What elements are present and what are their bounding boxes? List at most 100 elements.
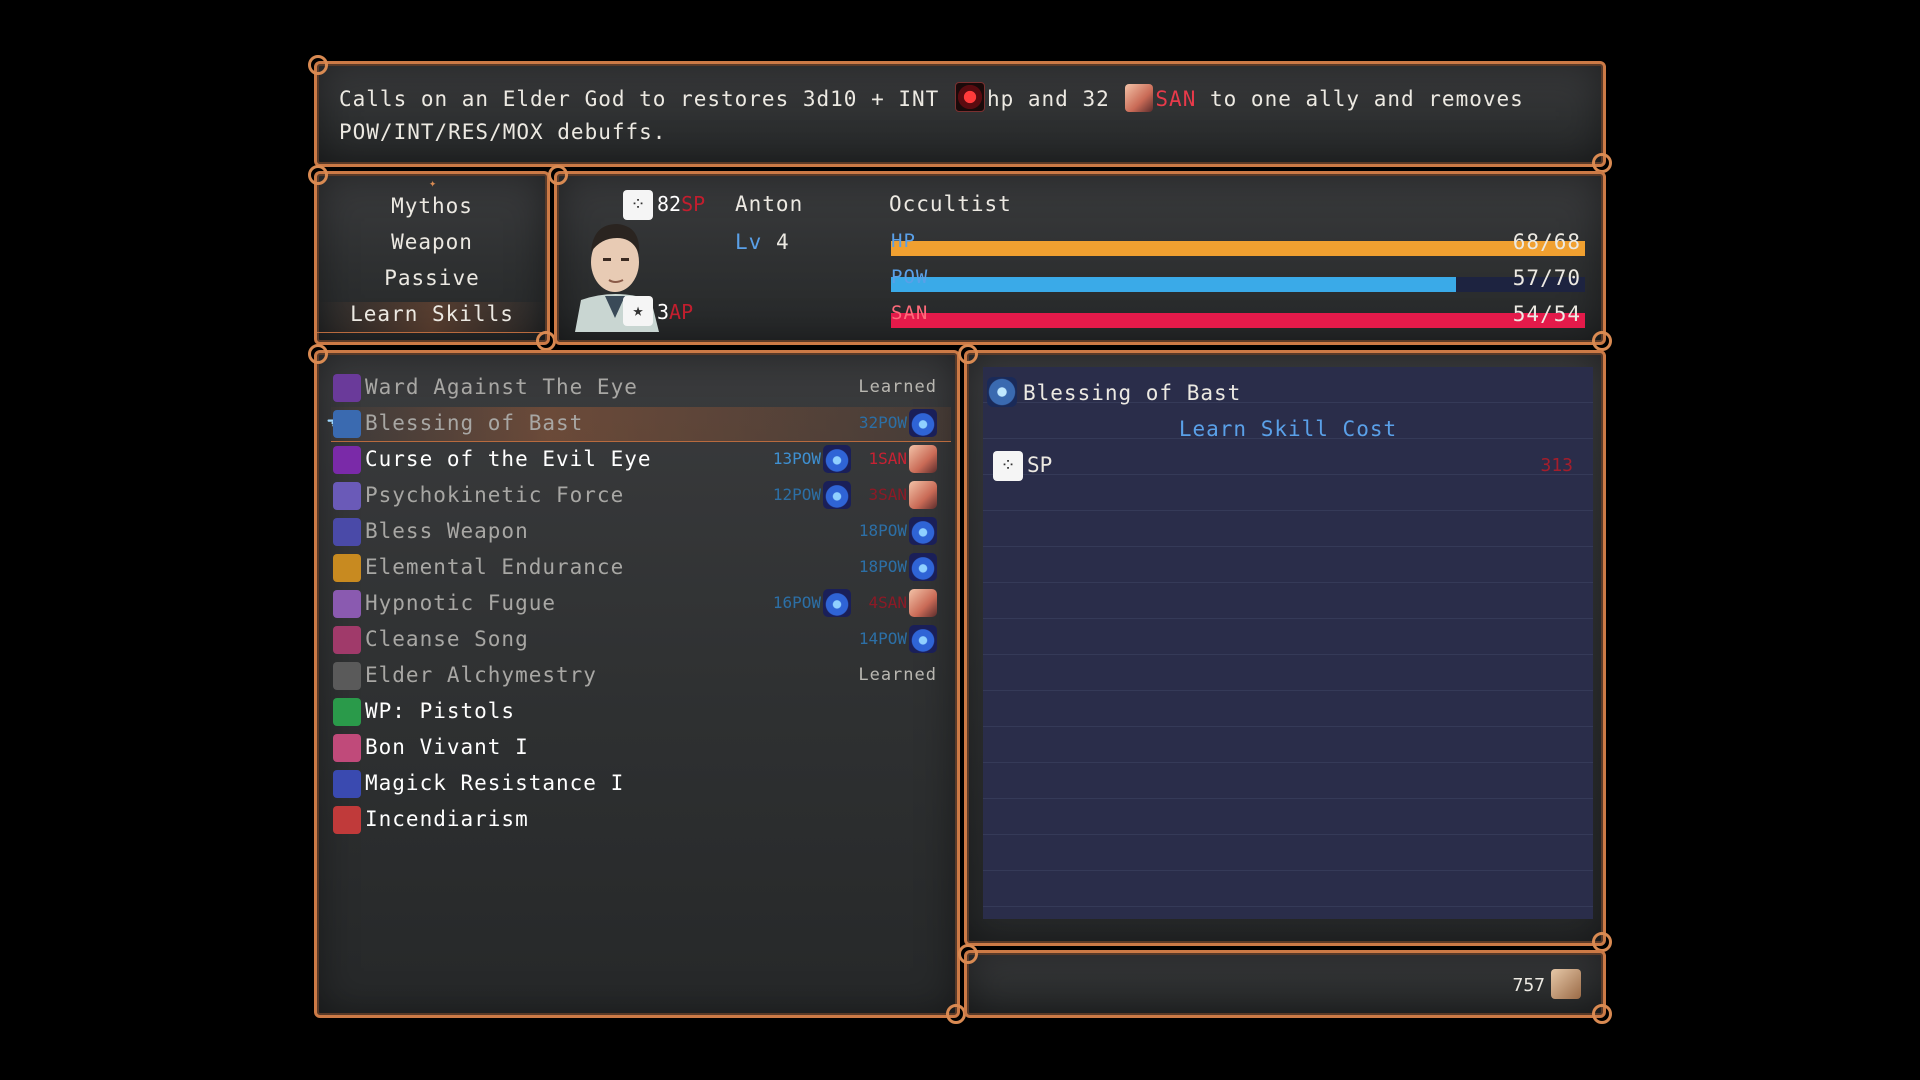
pow-icon <box>909 409 937 437</box>
pow-bar <box>891 277 1585 292</box>
cost-label: SP <box>1027 453 1053 477</box>
skill-name: Hypnotic Fugue <box>365 591 557 615</box>
skill-row[interactable]: Ward Against The Eye Learned <box>331 371 951 405</box>
pow-icon <box>909 553 937 581</box>
money-icon <box>1551 969 1581 999</box>
skill-row[interactable]: WP: Pistols <box>331 695 951 729</box>
skill-status: Learned <box>858 377 937 397</box>
alchemy-icon <box>333 662 361 690</box>
bast-icon <box>333 410 361 438</box>
skill-name: Elemental Endurance <box>365 555 625 579</box>
san-cost: 1SAN <box>868 449 907 468</box>
san-value: 54/54 <box>1512 302 1581 326</box>
menu-item-learn-skills[interactable]: Learn Skills <box>317 302 547 333</box>
pow-cost: 18POW <box>858 557 907 576</box>
bon-vivant-icon <box>333 734 361 762</box>
hp-bar <box>891 241 1585 256</box>
pow-value: 57/70 <box>1512 266 1581 290</box>
sanity-icon <box>1125 84 1154 112</box>
description-part1: Calls on an Elder God to restores 3d10 +… <box>339 87 940 111</box>
pow-cost: 14POW <box>858 629 907 648</box>
character-name: Anton <box>735 192 804 216</box>
pow-cost: 18POW <box>858 521 907 540</box>
ability-points-icon: ★ <box>623 296 653 326</box>
skill-name: Magick Resistance I <box>365 771 625 795</box>
sanity-icon <box>909 445 937 473</box>
menu-item-passive[interactable]: Passive <box>317 266 547 290</box>
detail-title: Blessing of Bast <box>1023 381 1242 405</box>
pow-icon <box>823 589 851 617</box>
currency-panel: 757 <box>958 944 1612 1024</box>
pow-cost: 32POW <box>858 413 907 432</box>
pow-cost: 12POW <box>772 485 821 504</box>
skill-row[interactable]: ☚Blessing of Bast32POW <box>327 407 951 442</box>
bast-icon <box>987 377 1017 407</box>
skill-row[interactable]: Elemental Endurance 18POW <box>331 551 951 585</box>
skill-row[interactable]: Hypnotic Fugue 4SAN 16POW <box>331 587 951 621</box>
pow-icon <box>909 517 937 545</box>
cost-value: 313 <box>1540 455 1573 476</box>
pow-label: POW <box>891 266 929 288</box>
hp-label: HP <box>891 230 916 252</box>
skill-description-text: Calls on an Elder God to restores 3d10 +… <box>339 82 1583 149</box>
ability-points: 3AP <box>657 300 694 324</box>
skill-name: Blessing of Bast <box>365 411 584 435</box>
skill-description-panel: Calls on an Elder God to restores 3d10 +… <box>308 55 1612 173</box>
skill-points-icon: ⁘ <box>993 451 1023 481</box>
skill-name: WP: Pistols <box>365 699 516 723</box>
sanity-icon <box>909 589 937 617</box>
skill-points: 82SP <box>657 192 706 216</box>
bless-weapon-icon <box>333 518 361 546</box>
skill-list-panel: Ward Against The EyeLearned☚Blessing of … <box>308 344 966 1024</box>
skill-row[interactable]: Bon Vivant I <box>331 731 951 765</box>
description-san: SAN <box>1155 87 1197 111</box>
skill-name: Bless Weapon <box>365 519 529 543</box>
pow-icon <box>823 481 851 509</box>
incendiarism-icon <box>333 806 361 834</box>
skill-name: Ward Against The Eye <box>365 375 638 399</box>
magick-resistance-icon <box>333 770 361 798</box>
skill-name: Cleanse Song <box>365 627 529 651</box>
skill-row[interactable]: Curse of the Evil Eye 1SAN 13POW <box>331 443 951 477</box>
skill-row[interactable]: Cleanse Song 14POW <box>331 623 951 657</box>
skill-name: Elder Alchymestry <box>365 663 597 687</box>
skill-name: Curse of the Evil Eye <box>365 447 652 471</box>
skill-name: Bon Vivant I <box>365 735 529 759</box>
san-bar <box>891 313 1585 328</box>
menu-item-weapon[interactable]: Weapon <box>317 230 547 254</box>
eye-ward-icon <box>333 374 361 402</box>
cleanse-song-icon <box>333 626 361 654</box>
skill-row[interactable]: Magick Resistance I <box>331 767 951 801</box>
character-level: Lv 4 <box>735 230 790 254</box>
character-status-panel: ⁘ 82SP ★ 3AP Anton Lv 4 Occultist HP 68/… <box>548 165 1612 351</box>
description-line2: POW/INT/RES/MOX debuffs. <box>339 120 667 144</box>
currency-value: 757 <box>1512 975 1545 996</box>
skill-name: Incendiarism <box>365 807 529 831</box>
scroll-up-arrow-icon[interactable]: ✦ <box>429 176 436 190</box>
psychokinesis-icon <box>333 482 361 510</box>
description-part2: to one ally and removes <box>1210 87 1524 111</box>
menu-item-mythos[interactable]: Mythos <box>317 194 547 218</box>
san-cost: 4SAN <box>868 593 907 612</box>
evil-eye-icon <box>333 446 361 474</box>
pistol-icon <box>333 698 361 726</box>
detail-subtitle: Learn Skill Cost <box>1178 417 1398 441</box>
skill-row[interactable]: Psychokinetic Force 3SAN 12POW <box>331 479 951 513</box>
skill-row[interactable]: Bless Weapon 18POW <box>331 515 951 549</box>
pow-cost: 13POW <box>772 449 821 468</box>
san-label: SAN <box>891 302 929 324</box>
skill-points-icon: ⁘ <box>623 190 653 220</box>
pow-cost: 16POW <box>772 593 821 612</box>
sanity-icon <box>909 481 937 509</box>
hypnotic-icon <box>333 590 361 618</box>
skill-status: Learned <box>858 665 937 685</box>
elemental-icon <box>333 554 361 582</box>
character-class: Occultist <box>889 192 1012 216</box>
san-cost: 3SAN <box>868 485 907 504</box>
description-hp: hp and 32 <box>986 87 1110 111</box>
skill-row[interactable]: Incendiarism <box>331 803 951 837</box>
hp-value: 68/68 <box>1512 230 1581 254</box>
skill-row[interactable]: Elder Alchymestry Learned <box>331 659 951 693</box>
skill-name: Psychokinetic Force <box>365 483 625 507</box>
skill-detail-table: Blessing of Bast Learn Skill Cost ⁘ SP 3… <box>983 367 1593 919</box>
